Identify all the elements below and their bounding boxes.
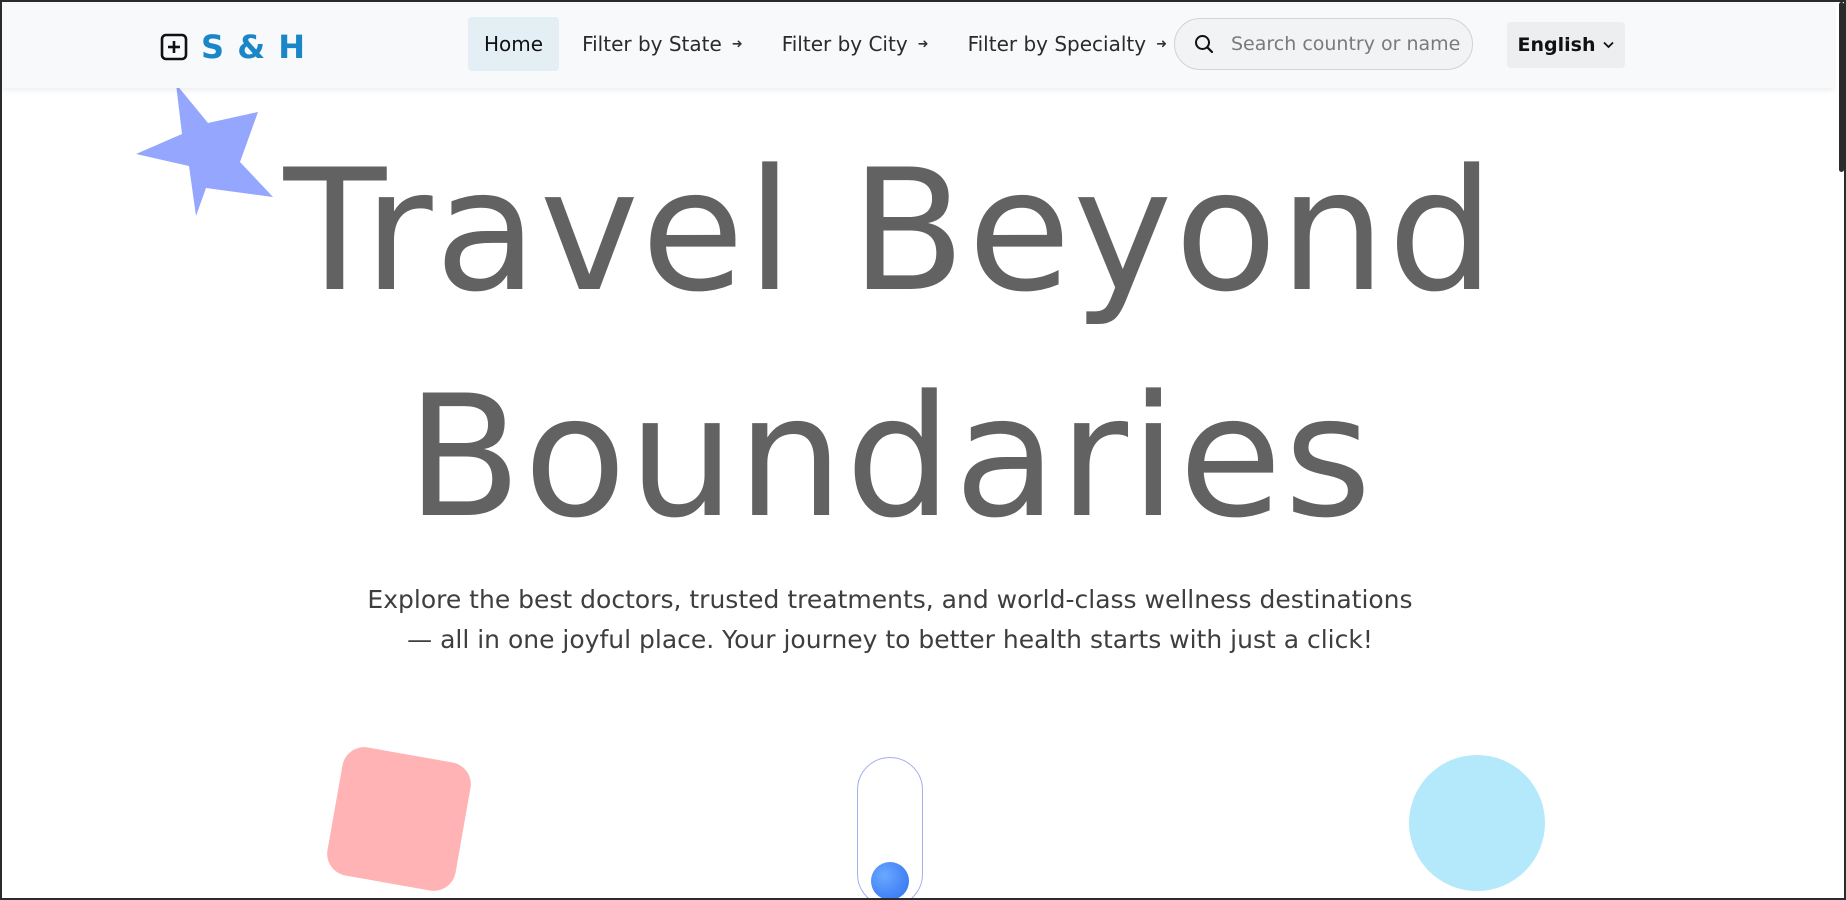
arrow-right-icon: ➜	[1156, 36, 1167, 52]
arrow-right-icon: ➜	[731, 36, 743, 52]
search-icon	[1193, 33, 1215, 55]
window-border-top	[0, 0, 1846, 2]
circle-decoration	[1409, 755, 1545, 891]
hero-subtitle-line-2: — all in one joyful place. Your journey …	[407, 625, 1373, 654]
square-decoration	[323, 743, 475, 895]
language-select[interactable]: English	[1507, 22, 1625, 68]
nav-item-label: Filter by State	[582, 32, 722, 56]
scroll-dot	[871, 862, 909, 900]
nav-item-label: Filter by Specialty	[967, 32, 1147, 56]
brand-logo[interactable]: S & H	[160, 28, 306, 66]
brand-name: S & H	[201, 28, 307, 66]
scroll-indicator[interactable]	[857, 757, 923, 900]
language-label: English	[1517, 34, 1596, 56]
search-box[interactable]	[1174, 18, 1473, 70]
nav-item-filter-by-city[interactable]: Filter by City ➜	[766, 17, 945, 71]
hero-title: Travel Beyond Boundaries	[250, 118, 1530, 570]
nav-item-filter-by-specialty[interactable]: Filter by Specialty ➜	[952, 17, 1183, 71]
nav-item-filter-by-state[interactable]: Filter by State ➜	[566, 17, 759, 71]
nav-item-home[interactable]: Home	[468, 17, 560, 71]
main-nav: Home Filter by State ➜ Filter by City ➜ …	[468, 17, 1190, 71]
window-border-left	[0, 0, 2, 900]
nav-item-label: Filter by City	[781, 32, 908, 56]
arrow-right-icon: ➜	[917, 36, 929, 52]
hero-subtitle: Explore the best doctors, trusted treatm…	[360, 580, 1420, 660]
scrollbar[interactable]	[1836, 2, 1844, 898]
nav-item-label: Home	[484, 32, 544, 56]
plus-square-icon	[160, 33, 188, 61]
navbar: S & H Home Filter by State ➜ Filter by C…	[2, 2, 1834, 88]
hero-title-line-1: Travel Beyond	[283, 133, 1497, 329]
search-input[interactable]	[1229, 32, 1463, 56]
page: S & H Home Filter by State ➜ Filter by C…	[0, 0, 1846, 900]
hero-subtitle-line-1: Explore the best doctors, trusted treatm…	[367, 585, 1413, 614]
chevron-down-icon	[1603, 38, 1615, 52]
hero-title-line-2: Boundaries	[406, 359, 1374, 555]
